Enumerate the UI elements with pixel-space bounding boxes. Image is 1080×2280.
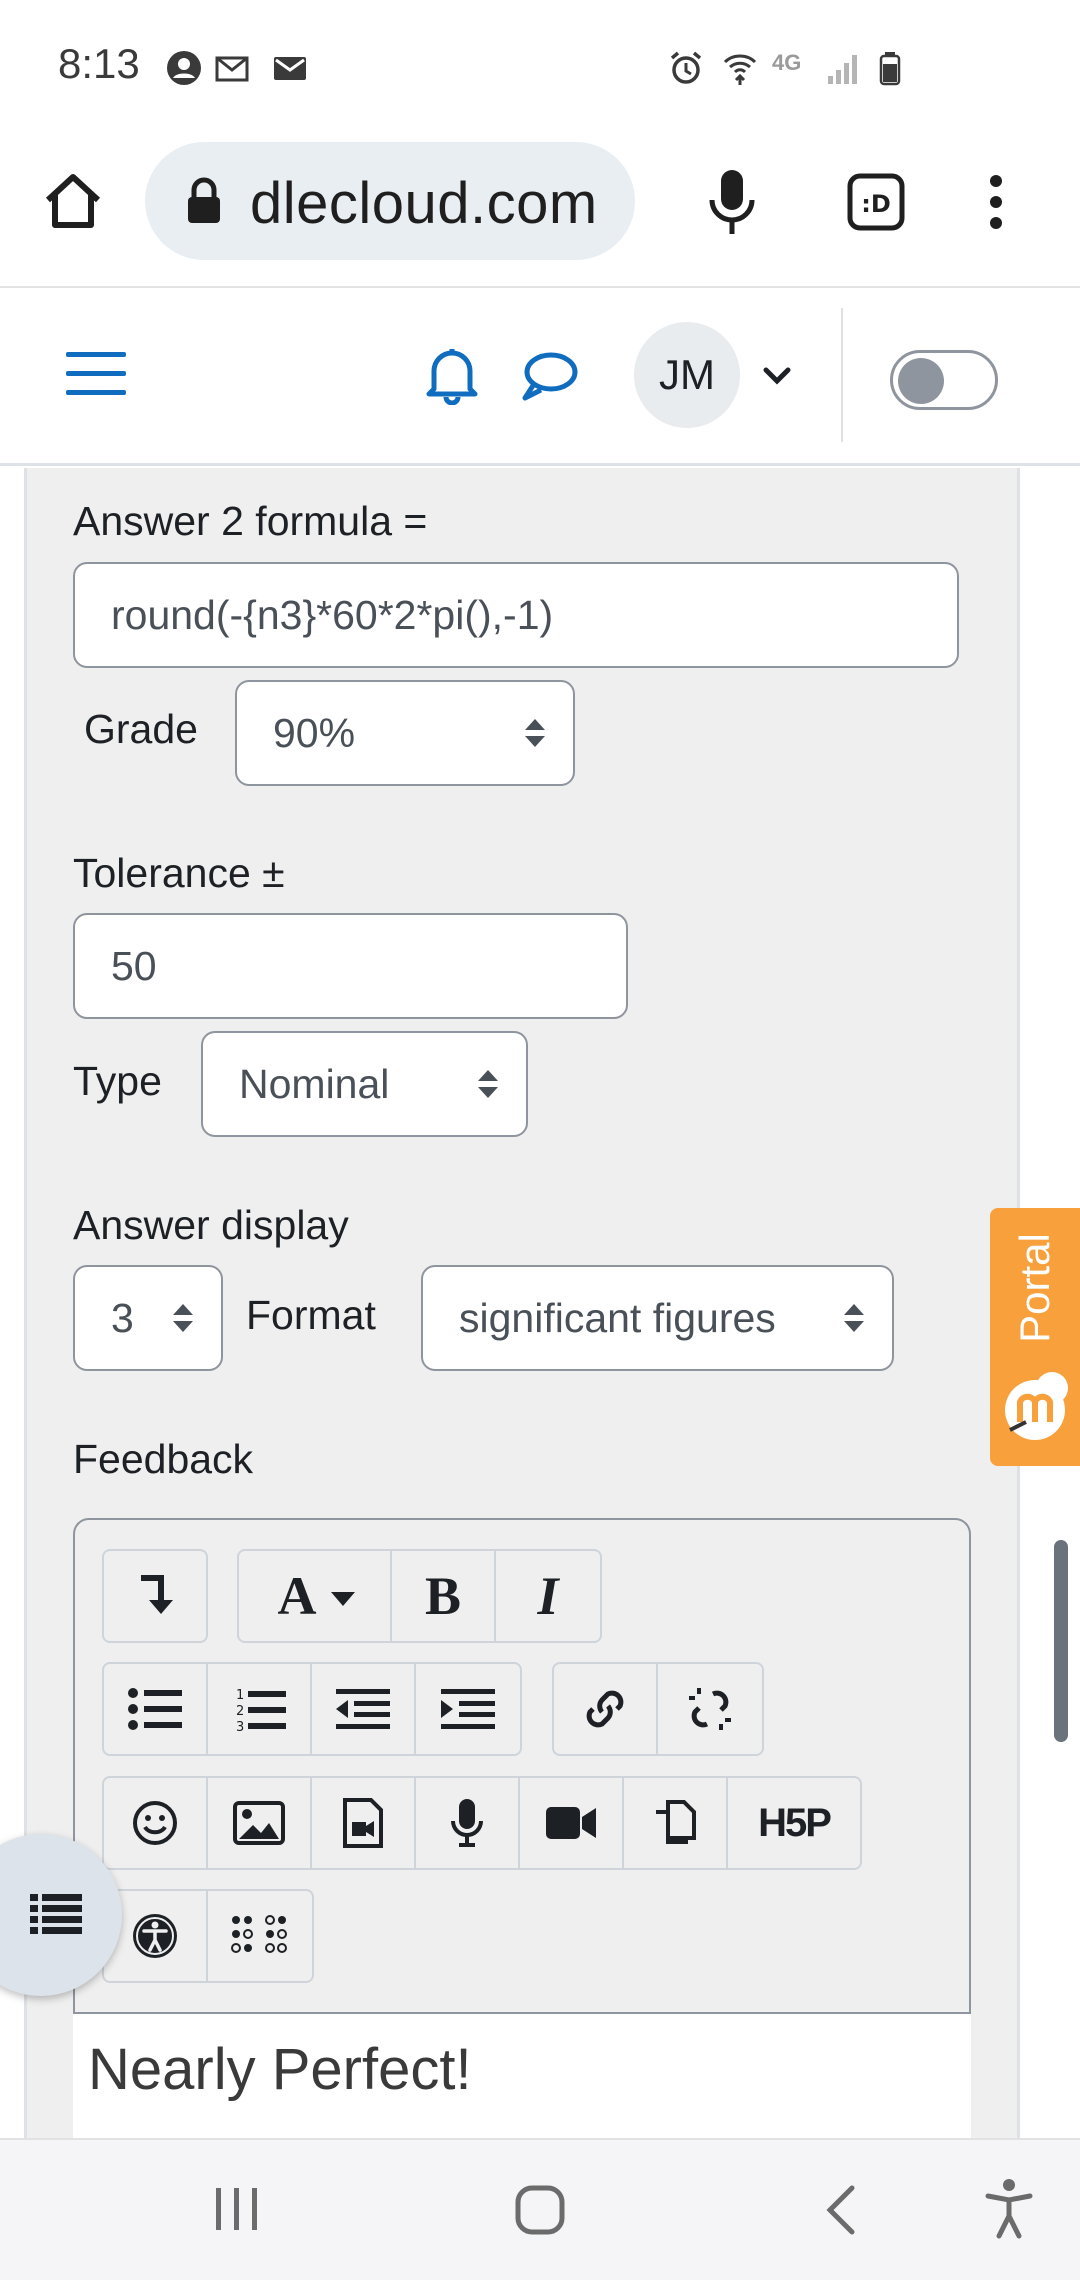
toolbar-link-button[interactable] <box>552 1662 658 1756</box>
feedback-text: Nearly Perfect! <box>88 2037 472 2102</box>
bullet-list-icon <box>128 1688 182 1730</box>
h5p-icon: H5P <box>758 1800 832 1845</box>
chat-icon[interactable] <box>520 350 578 402</box>
scrollbar-thumb[interactable] <box>1054 1540 1068 1742</box>
type-select-value: Nominal <box>239 1060 390 1107</box>
answer-display-select[interactable]: 3 <box>73 1265 223 1371</box>
toolbar-bold-button[interactable]: B <box>390 1549 496 1643</box>
hamburger-menu-icon[interactable] <box>66 350 126 398</box>
toolbar-record-video-button[interactable] <box>518 1776 624 1870</box>
microphone-icon <box>451 1799 483 1847</box>
mic-icon[interactable] <box>704 168 760 238</box>
signal-icon <box>828 55 857 84</box>
url-text: dlecloud.com <box>250 171 598 236</box>
image-icon <box>233 1801 285 1845</box>
select-caret-icon <box>478 1070 498 1098</box>
alarm-icon <box>670 51 702 84</box>
link-icon <box>586 1690 624 1728</box>
toolbar-italic-button[interactable]: I <box>494 1549 602 1643</box>
mail-icon <box>274 57 306 80</box>
italic-icon: I <box>536 1568 560 1624</box>
bell-icon[interactable] <box>424 345 480 405</box>
format-label: Format <box>246 1292 376 1338</box>
collapse-arrow-icon <box>141 1575 173 1614</box>
toggle-knob <box>898 358 944 404</box>
svg-text::D: :D <box>861 190 891 218</box>
battery-icon <box>879 52 901 86</box>
moodle-cloud-icon <box>1005 1372 1068 1440</box>
gmail-icon <box>215 56 249 82</box>
user-avatar[interactable]: JM <box>634 322 740 428</box>
toolbar-collapse-button[interactable] <box>102 1549 208 1643</box>
type-label: Type <box>73 1058 162 1104</box>
tab-switcher-icon[interactable]: :D <box>846 172 906 232</box>
nav-divider <box>841 308 843 442</box>
svg-text:1: 1 <box>236 1688 244 1703</box>
svg-text:B: B <box>425 1568 461 1624</box>
format-select[interactable]: significant figures <box>421 1265 894 1371</box>
wifi-calling-icon <box>723 54 757 85</box>
toolbar-record-audio-button[interactable] <box>414 1776 520 1870</box>
status-time: 8:13 <box>58 40 140 87</box>
svg-text:A: A <box>277 1568 316 1624</box>
grade-label: Grade <box>84 706 198 752</box>
accessibility-icon <box>133 1914 177 1958</box>
select-caret-icon <box>844 1304 864 1332</box>
emoji-icon <box>133 1801 177 1845</box>
account-icon <box>167 51 201 85</box>
svg-text:3: 3 <box>236 1720 244 1733</box>
bold-icon: B <box>425 1568 461 1624</box>
toolbar-numbered-list-button[interactable]: 1 2 3 <box>206 1662 312 1756</box>
network-type-label: 4G <box>772 50 802 75</box>
chevron-down-icon[interactable] <box>762 364 792 388</box>
answer-display-label: Answer display <box>73 1202 349 1248</box>
home-button-icon[interactable] <box>514 2184 566 2236</box>
home-icon[interactable] <box>40 168 106 234</box>
manage-files-icon <box>656 1800 696 1844</box>
type-select[interactable]: Nominal <box>201 1031 528 1137</box>
tolerance-label: Tolerance ± <box>73 850 285 896</box>
toolbar-bullet-list-button[interactable] <box>102 1662 208 1756</box>
toolbar-screenreader-helper-button[interactable] <box>206 1889 314 1983</box>
status-bar <box>0 0 1080 140</box>
toolbar-image-button[interactable] <box>206 1776 312 1870</box>
toolbar-outdent-button[interactable] <box>310 1662 416 1756</box>
portal-label: Portal <box>1011 1233 1058 1343</box>
grade-select-value: 90% <box>273 709 356 756</box>
tolerance-input[interactable]: 50 <box>73 913 628 1019</box>
answer-display-value: 3 <box>111 1294 134 1341</box>
format-select-value: significant figures <box>459 1294 776 1341</box>
toolbar-manage-files-button[interactable] <box>622 1776 728 1870</box>
toolbar-media-button[interactable] <box>310 1776 416 1870</box>
toolbar-indent-button[interactable] <box>414 1662 522 1756</box>
toolbar-font-style-button[interactable]: A <box>237 1549 392 1643</box>
unlink-icon <box>689 1688 731 1730</box>
font-style-icon: A <box>277 1568 355 1624</box>
outdent-icon <box>336 1689 390 1729</box>
media-file-icon <box>343 1798 383 1848</box>
more-vert-icon[interactable] <box>982 174 1010 230</box>
grade-select[interactable]: 90% <box>235 680 575 786</box>
feedback-label: Feedback <box>73 1436 254 1482</box>
toolbar-emoji-button[interactable] <box>102 1776 208 1870</box>
indent-icon <box>441 1689 495 1729</box>
svg-text:2: 2 <box>236 1704 244 1719</box>
answer2-formula-label: Answer 2 formula = <box>73 498 428 544</box>
toolbar-h5p-button[interactable]: H5P <box>726 1776 862 1870</box>
list-icon <box>30 1894 82 1934</box>
video-camera-icon <box>546 1807 596 1839</box>
svg-text:I: I <box>536 1568 560 1624</box>
answer2-formula-input[interactable]: round(-{n3}*60*2*pi(),-1) <box>73 562 959 668</box>
braille-icon <box>231 1915 287 1953</box>
numbered-list-icon: 1 2 3 <box>236 1688 286 1733</box>
select-caret-icon <box>173 1304 193 1332</box>
back-icon[interactable] <box>822 2184 862 2236</box>
accessibility-button-icon[interactable] <box>984 2178 1034 2240</box>
recent-apps-icon[interactable] <box>212 2184 262 2234</box>
select-caret-icon <box>525 719 545 747</box>
toolbar-unlink-button[interactable] <box>656 1662 764 1756</box>
portal-label-container: Portal <box>990 1208 1080 1368</box>
